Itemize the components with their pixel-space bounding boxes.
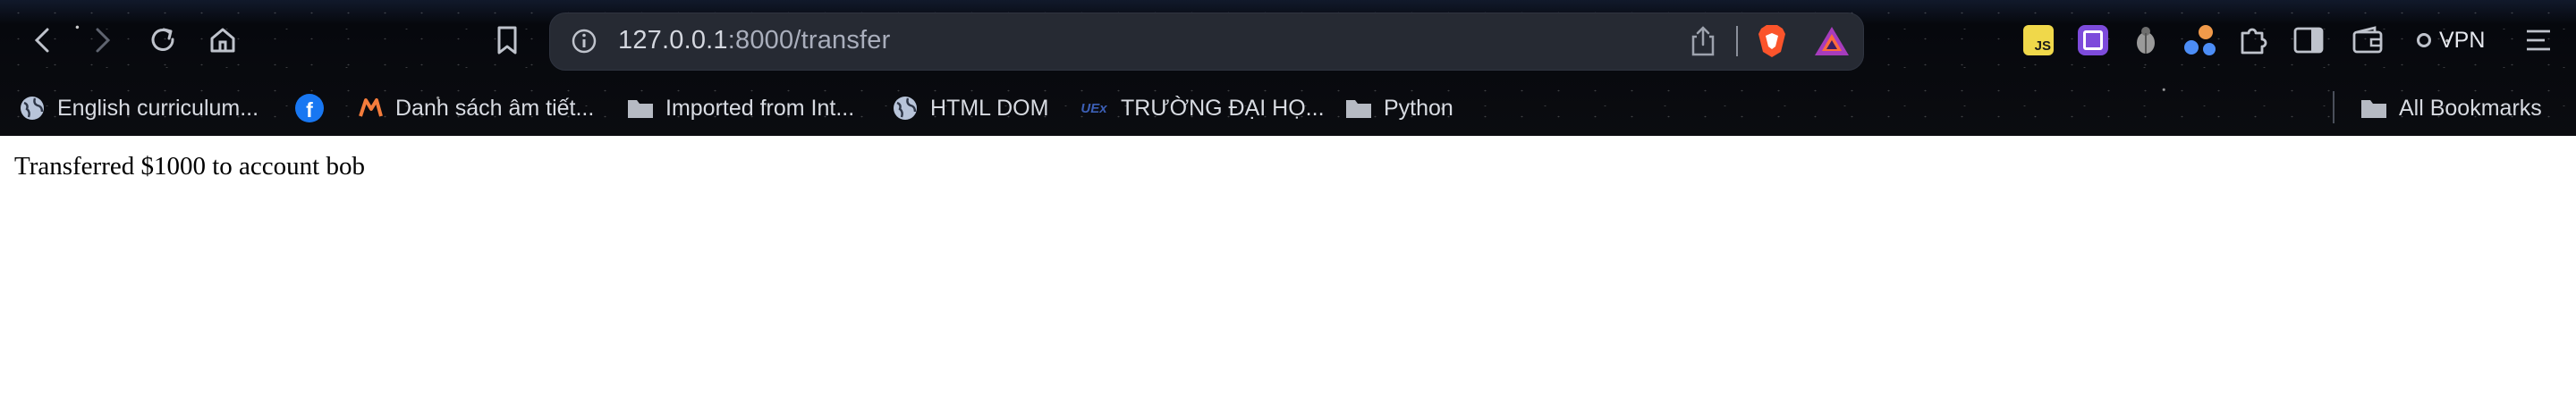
globe-icon [891,94,919,122]
bookmark-html-dom[interactable]: HTML DOM [891,89,1048,127]
vpn-label: VPN [2439,27,2486,53]
bookmark-folder-python[interactable]: Python [1344,89,1453,127]
reload-button[interactable] [140,18,185,63]
folder-icon [626,94,655,122]
all-bookmarks-label: All Bookmarks [2399,95,2542,121]
url-host: 127.0.0.1 [618,26,728,55]
back-icon [34,28,49,53]
sidebar-icon[interactable] [2288,20,2329,61]
address-url[interactable]: 127.0.0.1:8000/transfer [618,26,891,55]
bookmark-label: English curriculum... [57,95,259,121]
home-icon [210,28,235,53]
browser-toolbar: 127.0.0.1:8000/transfer JS VPN [0,0,2576,80]
bookmark-label: Python [1384,95,1453,121]
bookmark-page-button[interactable] [485,18,530,63]
folder-icon [1344,94,1373,122]
url-path: :8000/transfer [727,26,891,55]
bookmark-label: TRƯỜNG ĐẠI HỌ... [1121,95,1325,121]
all-bookmarks-button[interactable]: All Bookmarks [2360,89,2542,127]
extensions-icon[interactable] [2233,20,2274,61]
share-icon[interactable] [1690,25,1716,57]
brave-rewards-icon[interactable] [1813,25,1851,57]
bookmark-truong-dai-hoc[interactable]: UEx TRƯỜNG ĐẠI HỌ... [1078,89,1325,127]
facebook-icon: f [295,94,324,122]
ladybug-icon[interactable] [2126,20,2165,61]
wallet-icon[interactable] [2347,20,2388,61]
bookmark-danh-sach[interactable]: Danh sách âm tiết... [356,89,594,127]
bookmark-label: HTML DOM [930,95,1049,121]
reload-icon [151,28,174,51]
bookmark-english-curriculum[interactable]: English curriculum... [18,89,258,127]
menu-icon[interactable] [2518,20,2559,61]
bookmark-facebook[interactable]: f [295,89,324,127]
transfer-message: Transferred $1000 to account bob [14,152,365,181]
vpn-status-icon [2417,33,2431,47]
bookmark-label: Danh sách âm tiết... [395,95,595,121]
bookmarks-bar: English curriculum... f Danh sách âm tiế… [0,80,2576,136]
address-bar[interactable]: 127.0.0.1:8000/transfer [549,13,1864,71]
js-badge-icon[interactable]: JS [2019,20,2058,61]
dots-icon[interactable] [2178,20,2223,61]
vpn-button[interactable]: VPN [2417,20,2497,61]
puzzle-extension-icon[interactable] [2073,20,2113,61]
globe-icon [18,94,47,122]
forward-icon [96,28,111,53]
university-logo-icon: UEx [1080,100,1107,116]
bookmark-folder-imported[interactable]: Imported from Int... [626,89,854,127]
bookmarks-divider [2333,91,2334,123]
back-button[interactable] [20,18,64,63]
home-button[interactable] [200,18,245,63]
site-info-icon[interactable] [570,27,598,55]
bookmark-label: Imported from Int... [665,95,855,121]
brave-shields-icon[interactable] [1756,23,1788,59]
folder-icon [2360,94,2388,122]
browser-chrome: 127.0.0.1:8000/transfer JS VPN English c… [0,0,2576,136]
syllable-app-icon [356,94,385,122]
forward-button[interactable] [80,18,125,63]
bookmark-icon [497,26,517,55]
omnibox-divider [1736,26,1738,56]
